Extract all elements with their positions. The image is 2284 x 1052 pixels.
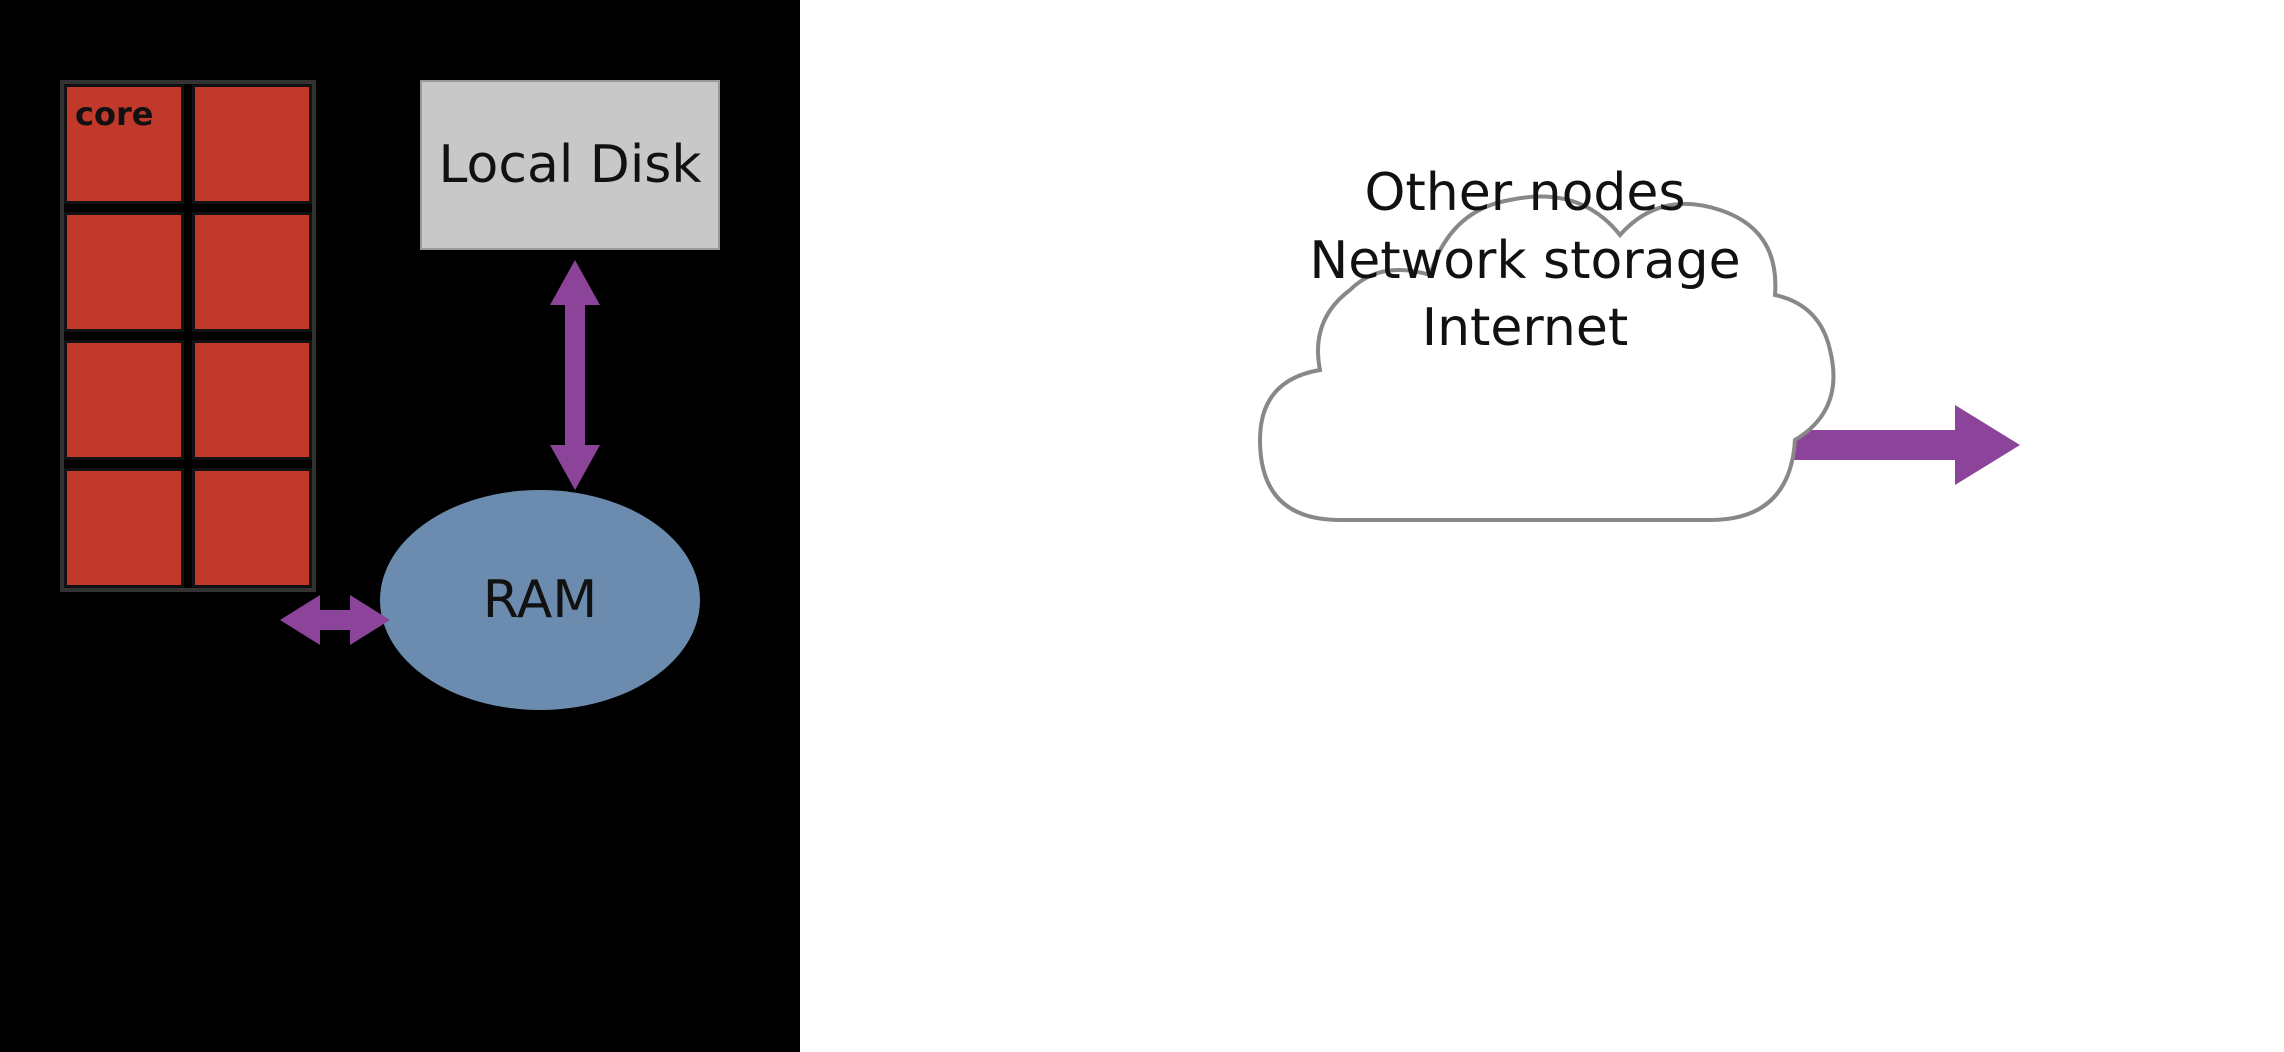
ram-label: RAM	[483, 570, 597, 630]
core-label: core	[75, 95, 153, 133]
core-cell-6	[192, 340, 312, 460]
cloud-line-1: Other nodes	[1250, 160, 1800, 228]
left-panel: core Local Disk RAM	[0, 0, 800, 1052]
right-panel: Other nodes Network storage Internet	[800, 0, 2284, 1052]
core-cell-8	[192, 468, 312, 588]
local-disk-box: Local Disk	[420, 80, 720, 250]
local-disk-label: Local Disk	[439, 135, 702, 195]
core-cell-2	[192, 84, 312, 204]
core-cell-7	[64, 468, 184, 588]
core-cell-1: core	[64, 84, 184, 204]
core-cell-4	[192, 212, 312, 332]
cloud-line-3: Internet	[1250, 295, 1800, 363]
main-container: core Local Disk RAM	[0, 0, 2284, 1052]
cores-ram-arrow	[280, 590, 390, 650]
ram-ellipse: RAM	[380, 490, 700, 710]
cloud-text: Other nodes Network storage Internet	[1250, 160, 1800, 363]
cpu-cores-grid: core	[60, 80, 316, 592]
cloud-line-2: Network storage	[1250, 228, 1800, 296]
core-cell-5	[64, 340, 184, 460]
disk-ram-arrow	[545, 260, 605, 490]
core-cell-3	[64, 212, 184, 332]
